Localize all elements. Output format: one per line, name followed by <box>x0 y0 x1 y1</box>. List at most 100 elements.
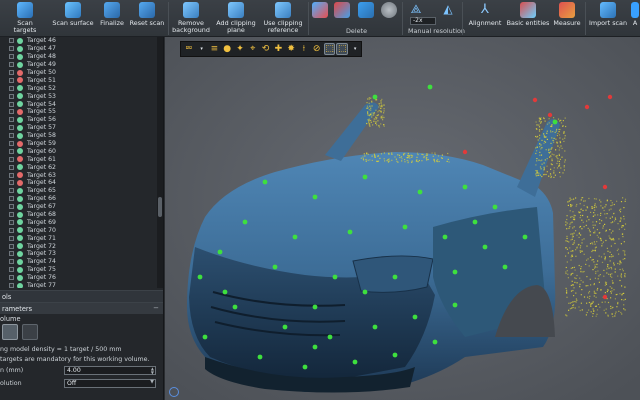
visibility-checkbox[interactable] <box>9 180 14 186</box>
tree-item[interactable]: Target 49 <box>0 61 157 69</box>
tree-item[interactable]: Target 50 <box>0 69 157 77</box>
visibility-checkbox[interactable] <box>9 212 14 218</box>
finalize-button[interactable]: Finalize <box>96 1 128 35</box>
tree-item[interactable]: Target 77 <box>0 282 157 288</box>
remove-background-button[interactable]: Remove background <box>170 1 212 35</box>
tree-item[interactable]: Target 62 <box>0 163 157 171</box>
visibility-checkbox[interactable] <box>9 46 14 52</box>
star-icon[interactable]: ✸ <box>285 43 297 55</box>
3d-viewport[interactable]: ⮹ ▾ ≡ ● ✦ ⌖ ⟲ ✚ ✸ ⟊ ⊘ ⬚ ⬚ ▾ <box>165 37 640 400</box>
tree-item[interactable]: Target 61 <box>0 155 157 163</box>
ruler-icon[interactable]: ⟊ <box>298 43 310 55</box>
tree-item[interactable]: Target 48 <box>0 53 157 61</box>
visibility-checkbox[interactable] <box>9 188 14 194</box>
tree-item[interactable]: Target 67 <box>0 203 157 211</box>
tree-item[interactable]: Target 52 <box>0 84 157 92</box>
cursor-icon[interactable]: ⮹ <box>183 43 195 55</box>
tree-scrollbar[interactable] <box>157 37 163 288</box>
delete-selection-button[interactable] <box>312 1 328 35</box>
visibility-checkbox[interactable] <box>9 243 14 249</box>
basic-entities-button[interactable]: Basic entities <box>506 1 550 35</box>
visibility-checkbox[interactable] <box>9 172 14 178</box>
visibility-checkbox[interactable] <box>9 196 14 202</box>
multi-select-icon[interactable]: ⬚ <box>336 43 349 55</box>
collapse-icon[interactable]: − <box>153 304 159 312</box>
tree-item[interactable]: Target 76 <box>0 274 157 282</box>
visibility-checkbox[interactable] <box>9 283 14 288</box>
tree-item[interactable]: Target 51 <box>0 76 157 84</box>
use-clipping-reference-button[interactable]: Use clipping reference <box>260 1 306 35</box>
tree-item[interactable]: Target 64 <box>0 179 157 187</box>
tree-item[interactable]: Target 68 <box>0 211 157 219</box>
visibility-checkbox[interactable] <box>9 204 14 210</box>
tree-item[interactable]: Target 72 <box>0 242 157 250</box>
tree-item[interactable]: Target 47 <box>0 45 157 53</box>
add-clipping-plane-button[interactable]: Add clipping plane <box>214 1 258 35</box>
scan-targets-button[interactable]: Scan targets <box>6 1 44 35</box>
visibility-checkbox[interactable] <box>9 77 14 83</box>
tree-item[interactable]: Target 65 <box>0 187 157 195</box>
resolution-dropdown[interactable]: -2x <box>410 17 436 25</box>
box-select-icon[interactable]: ⬚ <box>323 43 336 55</box>
tree-item[interactable]: Target 66 <box>0 195 157 203</box>
visibility-checkbox[interactable] <box>9 235 14 241</box>
lasso-icon[interactable]: ⊘ <box>311 43 323 55</box>
dropdown-arrow-icon[interactable]: ▾ <box>349 43 361 55</box>
delete-isolated-button[interactable] <box>381 1 397 35</box>
tree-item[interactable]: Target 71 <box>0 234 157 242</box>
visibility-checkbox[interactable] <box>9 251 14 257</box>
tree-item[interactable]: Target 46 <box>0 37 157 45</box>
visibility-checkbox[interactable] <box>9 54 14 60</box>
tree-item[interactable]: Target 74 <box>0 258 157 266</box>
visibility-checkbox[interactable] <box>9 38 14 44</box>
visibility-checkbox[interactable] <box>9 164 14 170</box>
tools-section-header[interactable]: ols <box>0 290 163 302</box>
scan-surface-button[interactable]: Scan surface <box>50 1 96 35</box>
visibility-checkbox[interactable] <box>9 148 14 154</box>
visibility-checkbox[interactable] <box>9 259 14 265</box>
visibility-checkbox[interactable] <box>9 62 14 68</box>
transform-icon[interactable]: ⌖ <box>247 43 259 55</box>
volume-large-button[interactable] <box>22 324 38 340</box>
tree-item[interactable]: Target 73 <box>0 250 157 258</box>
visibility-checkbox[interactable] <box>9 109 14 115</box>
visibility-checkbox[interactable] <box>9 101 14 107</box>
alignment-button[interactable]: ⅄ Alignment <box>466 1 504 35</box>
tree-item[interactable]: Target 59 <box>0 140 157 148</box>
visibility-checkbox[interactable] <box>9 117 14 123</box>
layers-icon[interactable]: ≡ <box>209 43 221 55</box>
overflow-button[interactable]: A <box>630 1 640 35</box>
tree-item[interactable]: Target 57 <box>0 124 157 132</box>
visibility-checkbox[interactable] <box>9 219 14 225</box>
tree-item[interactable]: Target 70 <box>0 226 157 234</box>
tree-item[interactable]: Target 53 <box>0 92 157 100</box>
tree-item[interactable]: Target 60 <box>0 147 157 155</box>
reset-scan-button[interactable]: Reset scan <box>128 1 166 35</box>
cross-select-icon[interactable]: ✚ <box>272 43 284 55</box>
spinner-icon[interactable]: ▲ ▼ <box>151 367 154 375</box>
volume-small-button[interactable] <box>2 324 18 340</box>
star-select-icon[interactable]: ✦ <box>234 43 246 55</box>
target-size-input[interactable]: 4.00 ▲ ▼ <box>64 366 156 375</box>
rotate-select-icon[interactable]: ⟲ <box>260 43 272 55</box>
visibility-checkbox[interactable] <box>9 141 14 147</box>
visibility-checkbox[interactable] <box>9 267 14 273</box>
visibility-checkbox[interactable] <box>9 70 14 75</box>
tree-item[interactable]: Target 75 <box>0 266 157 274</box>
visibility-checkbox[interactable] <box>9 275 14 281</box>
visibility-checkbox[interactable] <box>9 93 14 99</box>
visibility-checkbox[interactable] <box>9 85 14 91</box>
tree-item[interactable]: Target 58 <box>0 132 157 140</box>
resolution-select[interactable]: Off ▼ <box>64 379 156 388</box>
tree-item[interactable]: Target 55 <box>0 108 157 116</box>
import-scan-button[interactable]: Import scan <box>588 1 628 35</box>
dropdown-arrow-icon[interactable]: ▾ <box>196 43 208 55</box>
sphere-icon[interactable]: ● <box>221 43 233 55</box>
tree-item[interactable]: Target 69 <box>0 218 157 226</box>
measure-button[interactable]: Measure <box>552 1 582 35</box>
visibility-checkbox[interactable] <box>9 227 14 233</box>
tree-item[interactable]: Target 56 <box>0 116 157 124</box>
tree-item[interactable]: Target 54 <box>0 100 157 108</box>
tree-scrollbar-thumb[interactable] <box>158 197 162 217</box>
visibility-checkbox[interactable] <box>9 125 14 131</box>
